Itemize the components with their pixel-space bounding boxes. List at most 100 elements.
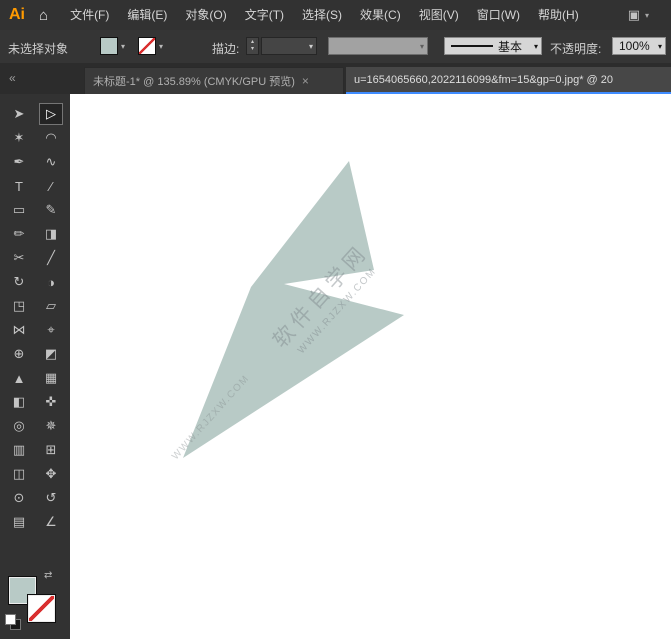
brush-definition-dropdown[interactable]: 基本 ▾ — [444, 37, 542, 55]
menu-help[interactable]: 帮助(H) — [529, 0, 588, 30]
slice-tool[interactable]: ◫ — [7, 463, 31, 485]
chevron-down-icon: ▾ — [645, 11, 649, 20]
stepper-down-icon[interactable]: ▾ — [251, 46, 254, 53]
toolbar-collapse-button[interactable]: « — [0, 63, 70, 94]
menu-file[interactable]: 文件(F) — [61, 0, 118, 30]
lasso-tool[interactable]: ◠ — [39, 127, 63, 149]
menu-type[interactable]: 文字(T) — [236, 0, 293, 30]
curvature-tool[interactable]: ∿ — [39, 151, 63, 173]
artboard-tool[interactable]: ⊞ — [39, 439, 63, 461]
column-graph-tool[interactable]: ▥ — [7, 439, 31, 461]
scale-tool[interactable]: ◳ — [7, 295, 31, 317]
free-transform-tool[interactable]: ⌖ — [39, 319, 63, 341]
stroke-weight-stepper[interactable]: ▴ ▾ — [246, 37, 259, 55]
artwork-layer — [70, 94, 671, 639]
artboard-icon: ⊞ — [46, 442, 57, 458]
chevron-down-icon: ▾ — [306, 42, 316, 51]
blend-tool[interactable]: ◎ — [7, 415, 31, 437]
pen-icon: ✒ — [14, 154, 25, 170]
pen-tool[interactable]: ✒ — [7, 151, 31, 173]
opacity-dropdown[interactable]: 100% ▾ — [612, 37, 666, 55]
knife-tool[interactable]: ╱ — [39, 247, 63, 269]
menu-bar: Ai ⌂ 文件(F) 编辑(E) 对象(O) 文字(T) 选择(S) 效果(C)… — [0, 0, 671, 31]
eraser-tool[interactable]: ◨ — [39, 223, 63, 245]
zoom-tool[interactable]: ⊙ — [7, 487, 31, 509]
pencil-icon: ✏ — [14, 226, 25, 242]
canvas[interactable]: 软件自学网 WWW.RJZXW.COM WWW.RJZXW.COM — [70, 94, 671, 639]
pencil-tool[interactable]: ✏ — [7, 223, 31, 245]
tools-panel: ➤ ▷ ✶ ◠ ✒ ∿ T ∕ ▭ ✎ ✏ ◨ ✂ ╱ ↻ ◑ ◳ ▱ ⋈ ⌖ … — [0, 94, 71, 639]
app-logo[interactable]: Ai — [0, 6, 35, 24]
zoom-icon: ⊙ — [14, 490, 25, 506]
document-tab-image-active[interactable]: u=1654065660,2022116099&fm=15&gp=0.jpg* … — [346, 67, 671, 94]
live-paint-bucket-icon: ◩ — [45, 346, 57, 362]
shear-tool[interactable]: ▱ — [39, 295, 63, 317]
tab-title: 未标题-1* @ 135.89% (CMYK/GPU 预览) — [93, 73, 295, 89]
stroke-weight-dropdown[interactable]: ▾ — [261, 37, 317, 55]
scale-icon: ◳ — [13, 298, 25, 314]
measure-tool[interactable]: ∠ — [39, 511, 63, 533]
width-profile-dropdown: ▾ — [328, 37, 428, 55]
menu-effect[interactable]: 效果(C) — [351, 0, 410, 30]
reflect-icon: ◑ — [47, 275, 55, 290]
stroke-color-chip[interactable] — [138, 37, 156, 55]
print-tiling-tool[interactable]: ▤ — [7, 511, 31, 533]
symbol-sprayer-tool[interactable]: ✵ — [39, 415, 63, 437]
live-paint-bucket-tool[interactable]: ◩ — [39, 343, 63, 365]
reflect-tool[interactable]: ◑ — [39, 271, 63, 293]
workspace-switcher[interactable]: ▣ ▾ — [628, 7, 649, 23]
selection-icon: ➤ — [14, 106, 25, 122]
gradient-tool[interactable]: ◧ — [7, 391, 31, 413]
default-fill-stroke-icon[interactable] — [5, 614, 21, 630]
paintbrush-tool[interactable]: ✎ — [39, 199, 63, 221]
paintbrush-icon: ✎ — [46, 202, 57, 218]
eyedropper-icon: ✜ — [46, 394, 57, 410]
rotate-view-tool[interactable]: ↺ — [39, 487, 63, 509]
curvature-icon: ∿ — [46, 154, 57, 170]
selection-tool[interactable]: ➤ — [7, 103, 31, 125]
rectangle-tool[interactable]: ▭ — [7, 199, 31, 221]
mesh-tool[interactable]: ▦ — [39, 367, 63, 389]
fill-chevron-icon[interactable]: ▾ — [121, 42, 125, 51]
perspective-grid-tool[interactable]: ▲ — [7, 367, 31, 389]
fill-color-chip[interactable] — [100, 37, 118, 55]
menu-object[interactable]: 对象(O) — [176, 0, 235, 30]
hand-icon: ✥ — [46, 466, 57, 482]
width-tool[interactable]: ⋈ — [7, 319, 31, 341]
magic-wand-tool[interactable]: ✶ — [7, 127, 31, 149]
rotate-tool[interactable]: ↻ — [7, 271, 31, 293]
type-tool[interactable]: T — [7, 175, 31, 197]
stroke-weight-label: 描边: — [212, 40, 239, 57]
mesh-icon: ▦ — [45, 370, 57, 386]
close-icon[interactable]: × — [302, 74, 309, 88]
menu-view[interactable]: 视图(V) — [410, 0, 468, 30]
swap-fill-stroke-icon[interactable]: ⇄ — [44, 570, 52, 581]
rotate-icon: ↻ — [14, 274, 25, 290]
brush-name: 基本 — [498, 38, 522, 55]
menu-list: 文件(F) 编辑(E) 对象(O) 文字(T) 选择(S) 效果(C) 视图(V… — [61, 0, 588, 30]
menu-window[interactable]: 窗口(W) — [468, 0, 529, 30]
document-tab-untitled[interactable]: 未标题-1* @ 135.89% (CMYK/GPU 预览) × — [84, 67, 344, 94]
control-bar: 未选择对象 ▾ ▾ 描边: ▴ ▾ ▾ ▾ 基本 ▾ 不透明度: 100% ▾ — [0, 30, 671, 64]
shape-builder-tool[interactable]: ⊕ — [7, 343, 31, 365]
knife-icon: ╱ — [47, 250, 55, 266]
default-fill-mini — [5, 614, 16, 625]
triangle-arrow-shape[interactable] — [183, 161, 404, 458]
home-icon[interactable]: ⌂ — [35, 7, 61, 24]
scissors-tool[interactable]: ✂ — [7, 247, 31, 269]
measure-icon: ∠ — [45, 514, 57, 530]
menu-select[interactable]: 选择(S) — [293, 0, 351, 30]
scissors-icon: ✂ — [14, 250, 25, 266]
workspace-icon: ▣ — [628, 7, 640, 23]
line-segment-tool[interactable]: ∕ — [39, 175, 63, 197]
eyedropper-tool[interactable]: ✜ — [39, 391, 63, 413]
stroke-color-swatch[interactable] — [27, 594, 56, 623]
stepper-up-icon[interactable]: ▴ — [251, 39, 254, 46]
menu-edit[interactable]: 编辑(E) — [118, 0, 176, 30]
opacity-label: 不透明度: — [550, 40, 601, 57]
hand-tool[interactable]: ✥ — [39, 463, 63, 485]
direct-selection-tool[interactable]: ▷ — [39, 103, 63, 125]
shear-icon: ▱ — [46, 298, 56, 314]
document-tab-bar: « 未标题-1* @ 135.89% (CMYK/GPU 预览) × u=165… — [0, 63, 671, 95]
stroke-chevron-icon[interactable]: ▾ — [159, 42, 163, 51]
